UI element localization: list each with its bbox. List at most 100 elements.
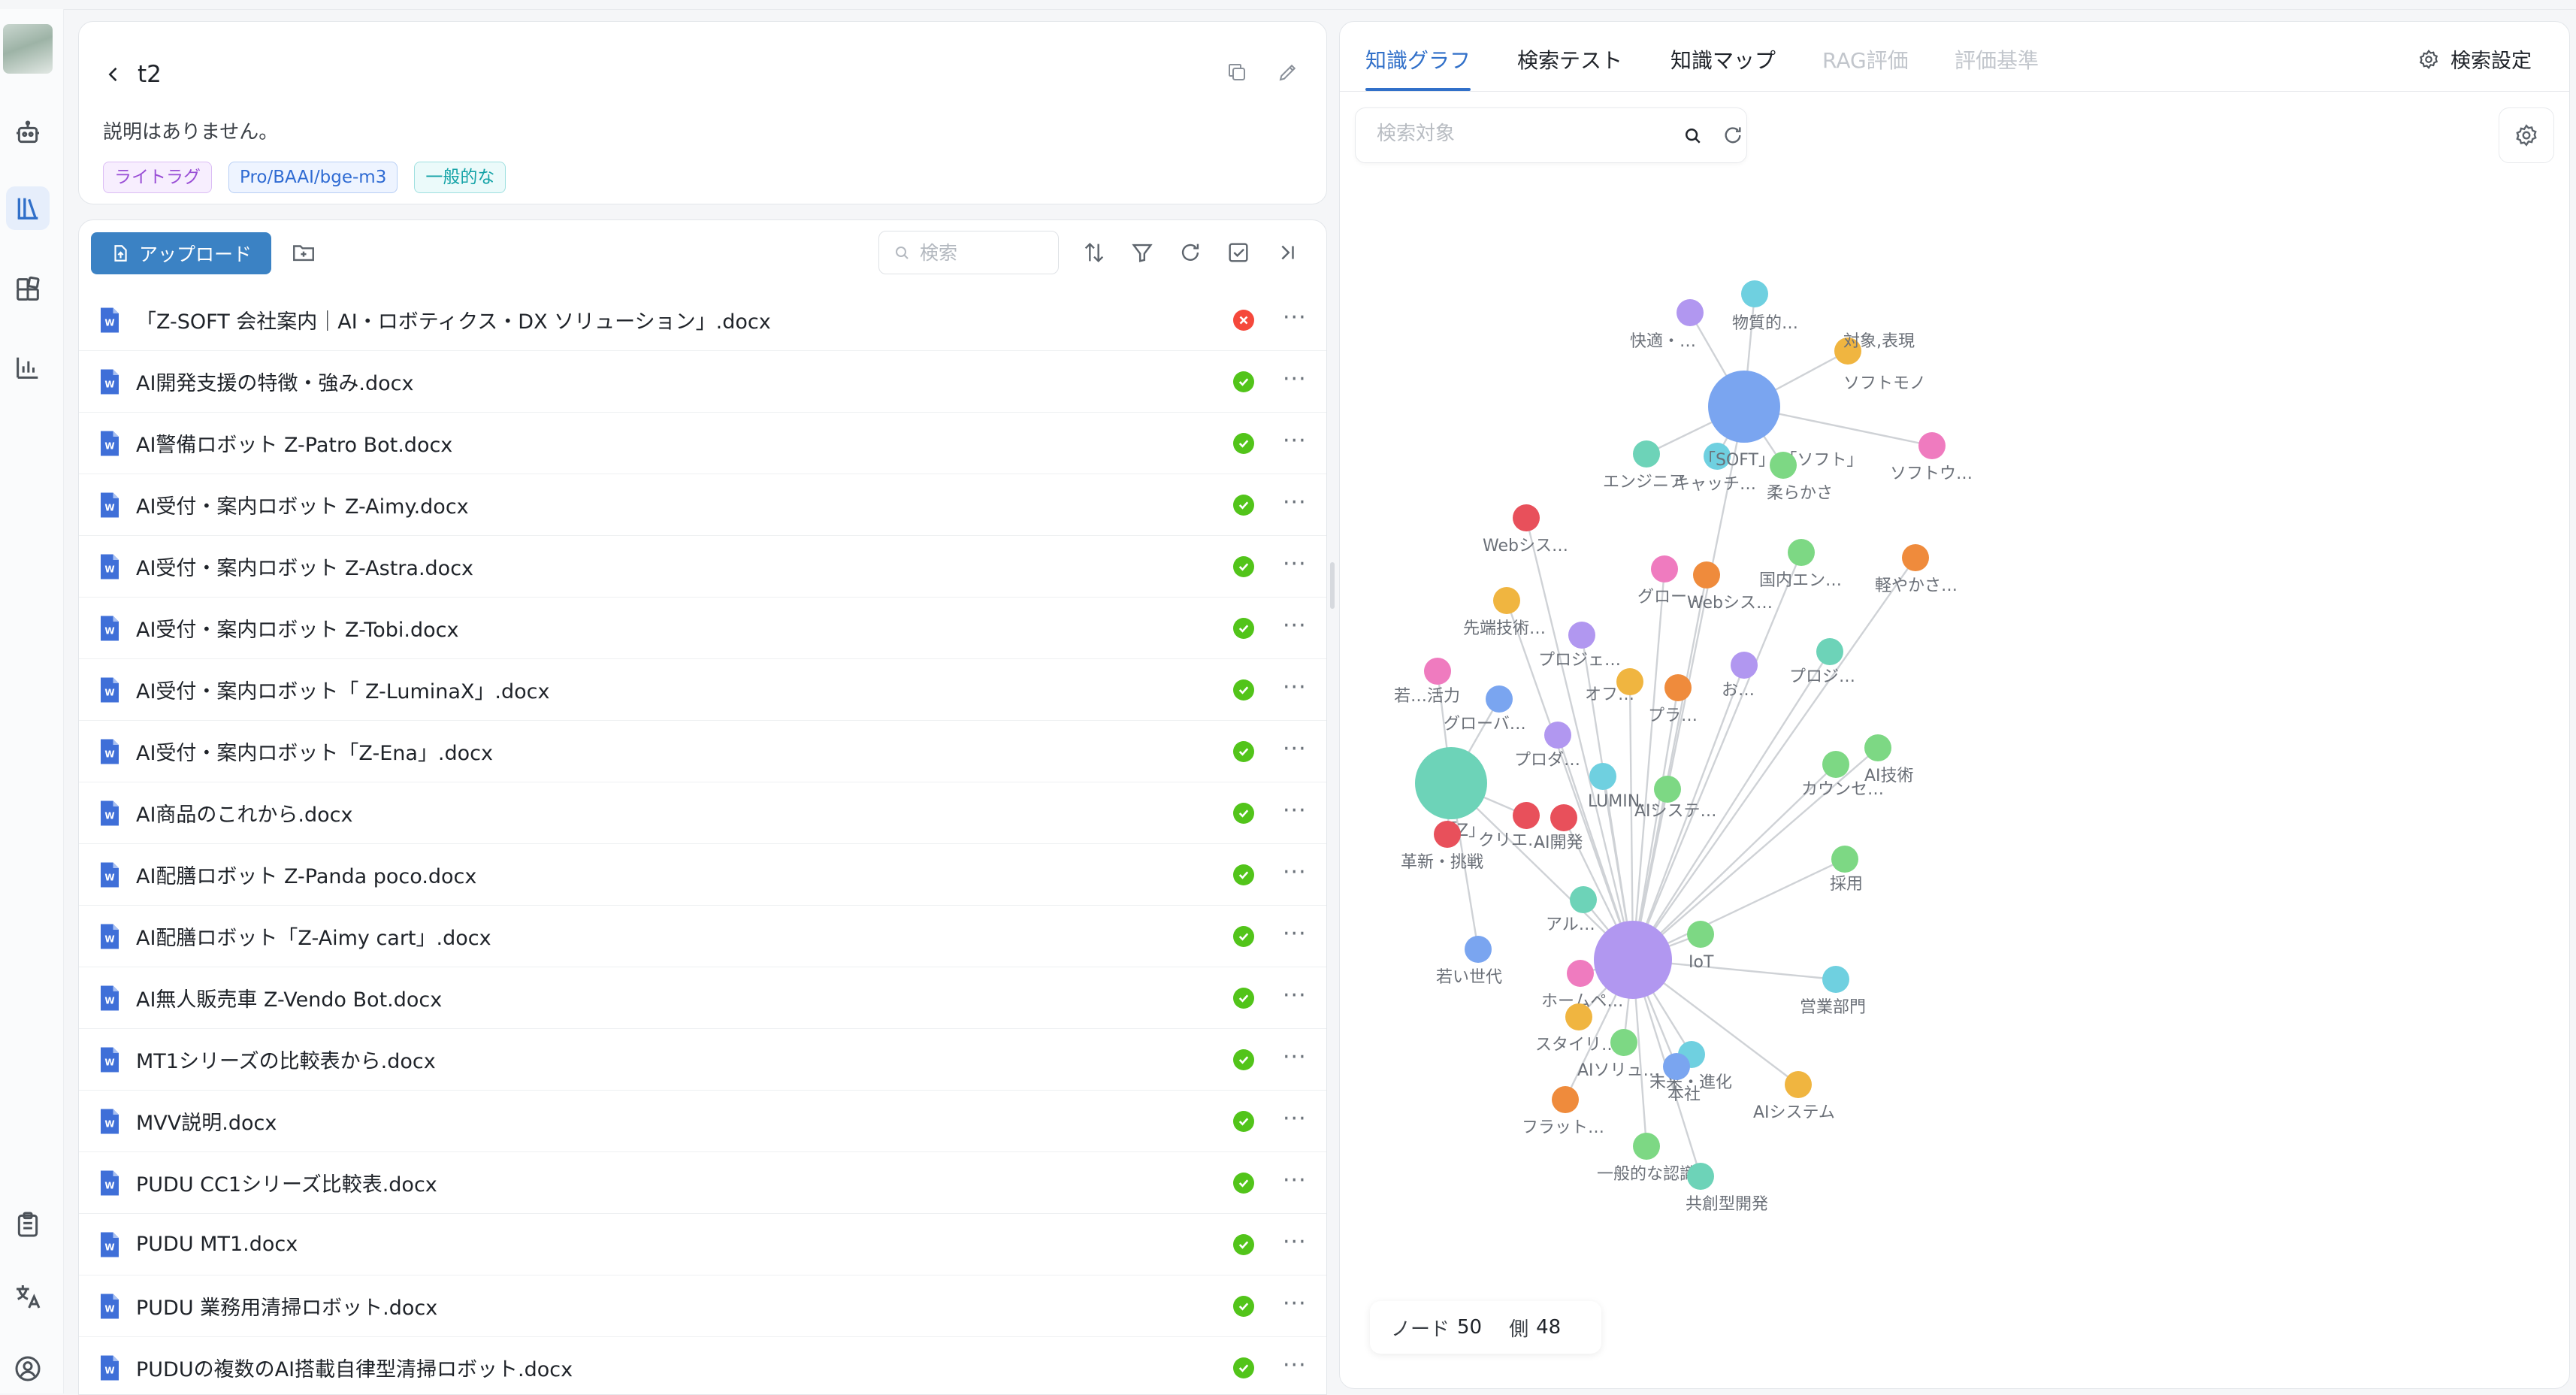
document-row[interactable]: W MVV説明.docx ··· [79, 1091, 1326, 1152]
graph-node[interactable] [1664, 674, 1692, 701]
document-row[interactable]: W AI受付・案内ロボット Z-Tobi.docx ··· [79, 598, 1326, 659]
more-actions-button[interactable]: ··· [1283, 368, 1307, 391]
document-row[interactable]: W AI受付・案内ロボット Z-Astra.docx ··· [79, 536, 1326, 598]
document-name[interactable]: PUDU MT1.docx [136, 1233, 298, 1256]
tab-knowledge-map[interactable]: 知識マップ [1670, 44, 1776, 74]
document-name[interactable]: PUDU 業務用清掃ロボット.docx [136, 1291, 437, 1321]
tab-rag-evaluation[interactable]: RAG評価 [1822, 44, 1909, 74]
graph-node[interactable] [1552, 1086, 1579, 1113]
document-name[interactable]: AI受付・案内ロボット Z-Astra.docx [136, 552, 473, 581]
graph-node[interactable] [1677, 299, 1704, 326]
more-actions-button[interactable]: ··· [1283, 615, 1307, 637]
graph-node[interactable] [1434, 821, 1461, 848]
graph-node[interactable] [1513, 504, 1540, 531]
document-row[interactable]: W 「Z-SOFT 会社案内｜AI・ロボティクス・DX ソリューション」.docx… [79, 289, 1326, 351]
graph-node[interactable] [1633, 1133, 1660, 1160]
graph-node[interactable] [1663, 1053, 1690, 1080]
more-actions-button[interactable]: ··· [1283, 1108, 1307, 1130]
document-row[interactable]: W AI受付・案内ロボット Z-Aimy.docx ··· [79, 474, 1326, 536]
rail-library-button[interactable] [6, 186, 50, 230]
graph-node[interactable] [1513, 802, 1540, 829]
graph-node[interactable] [1788, 539, 1815, 566]
graph-node[interactable] [1822, 751, 1849, 778]
document-row[interactable]: W AI警備ロボット Z-Patro Bot.docx ··· [79, 413, 1326, 474]
document-row[interactable]: W PUDU MT1.docx ··· [79, 1214, 1326, 1275]
upload-button[interactable]: アップロード [91, 232, 271, 274]
graph-node[interactable] [1902, 544, 1929, 571]
graph-hub-node[interactable] [1415, 747, 1487, 819]
document-name[interactable]: AI商品のこれから.docx [136, 798, 353, 828]
more-actions-button[interactable]: ··· [1283, 1046, 1307, 1069]
panel-resize-handle[interactable] [1330, 562, 1335, 609]
rail-account-button[interactable] [6, 1347, 50, 1390]
graph-node[interactable] [1816, 638, 1843, 665]
document-name[interactable]: MVV説明.docx [136, 1106, 277, 1136]
more-actions-button[interactable]: ··· [1283, 861, 1307, 884]
document-row[interactable]: W PUDU CC1シリーズ比較表.docx ··· [79, 1152, 1326, 1214]
rail-clipboard-button[interactable] [6, 1203, 50, 1246]
search-settings-button[interactable]: 検索設定 [2417, 44, 2532, 74]
tab-evaluation-criteria[interactable]: 評価基準 [1955, 44, 2039, 74]
more-actions-button[interactable]: ··· [1283, 800, 1307, 822]
more-actions-button[interactable]: ··· [1283, 1170, 1307, 1192]
document-name[interactable]: AI受付・案内ロボット Z-Tobi.docx [136, 613, 458, 643]
document-name[interactable]: PUDU CC1シリーズ比較表.docx [136, 1168, 437, 1197]
more-actions-button[interactable]: ··· [1283, 430, 1307, 452]
collapse-right-icon[interactable] [1274, 240, 1299, 265]
graph-node[interactable] [1610, 1029, 1637, 1056]
graph-node[interactable] [1486, 685, 1513, 713]
graph-node[interactable] [1741, 280, 1768, 307]
graph-node[interactable] [1918, 432, 1946, 459]
graph-node[interactable] [1822, 966, 1849, 993]
graph-hub-node[interactable] [1708, 371, 1780, 443]
rail-stats-button[interactable] [6, 346, 50, 389]
rail-language-button[interactable] [6, 1275, 50, 1318]
graph-node[interactable] [1731, 652, 1758, 679]
document-name[interactable]: AI受付・案内ロボット Z-Aimy.docx [136, 490, 469, 519]
graph-node[interactable] [1633, 440, 1660, 468]
more-actions-button[interactable]: ··· [1283, 923, 1307, 946]
graph-node[interactable] [1550, 804, 1577, 831]
document-name[interactable]: 「Z-SOFT 会社案内｜AI・ロボティクス・DX ソリューション」.docx [136, 305, 771, 334]
select-check-icon[interactable] [1226, 240, 1251, 265]
graph-node[interactable] [1568, 622, 1595, 649]
document-row[interactable]: W PUDU 業務用清掃ロボット.docx ··· [79, 1275, 1326, 1337]
graph-node[interactable] [1465, 936, 1492, 963]
document-row[interactable]: W AI受付・案内ロボット「Z-Ena」.docx ··· [79, 721, 1326, 782]
document-name[interactable]: AI配膳ロボット Z-Panda poco.docx [136, 860, 476, 889]
graph-node[interactable] [1544, 722, 1571, 749]
document-row[interactable]: W AI配膳ロボット Z-Panda poco.docx ··· [79, 844, 1326, 906]
graph-node[interactable] [1651, 555, 1678, 583]
document-search[interactable] [878, 231, 1059, 274]
document-row[interactable]: W MT1シリーズの比較表から.docx ··· [79, 1029, 1326, 1091]
document-name[interactable]: AI受付・案内ロボット「 Z-LuminaX」.docx [136, 675, 549, 704]
document-name[interactable]: MT1シリーズの比較表から.docx [136, 1045, 436, 1074]
graph-node[interactable] [1589, 763, 1616, 790]
rail-robot-button[interactable] [6, 111, 50, 155]
graph-node[interactable] [1493, 587, 1520, 614]
document-name[interactable]: AI受付・案内ロボット「Z-Ena」.docx [136, 737, 493, 766]
document-name[interactable]: AI無人販売車 Z-Vendo Bot.docx [136, 983, 442, 1012]
document-row[interactable]: W AI無人販売車 Z-Vendo Bot.docx ··· [79, 967, 1326, 1029]
tab-knowledge-graph[interactable]: 知識グラフ [1365, 44, 1471, 74]
document-row[interactable]: W AI開発支援の特徴・強み.docx ··· [79, 351, 1326, 413]
document-row[interactable]: W AI商品のこれから.docx ··· [79, 782, 1326, 844]
document-name[interactable]: AI配膳ロボット「Z-Aimy cart」.docx [136, 921, 491, 951]
graph-hub-node[interactable] [1594, 921, 1672, 999]
more-actions-button[interactable]: ··· [1283, 676, 1307, 699]
more-actions-button[interactable]: ··· [1283, 553, 1307, 576]
filter-icon[interactable] [1129, 240, 1155, 265]
document-name[interactable]: AI警備ロボット Z-Patro Bot.docx [136, 428, 452, 458]
more-actions-button[interactable]: ··· [1283, 1354, 1307, 1377]
graph-node[interactable] [1570, 886, 1597, 913]
graph-node[interactable] [1770, 452, 1797, 479]
graph-node[interactable] [1831, 846, 1858, 873]
document-name[interactable]: PUDUの複数のAI搭載自律型清掃ロボット.docx [136, 1353, 573, 1382]
tab-search-test[interactable]: 検索テスト [1517, 44, 1622, 74]
graph-node[interactable] [1687, 921, 1714, 948]
more-actions-button[interactable]: ··· [1283, 1293, 1307, 1315]
graph-node[interactable] [1654, 776, 1681, 803]
refresh-icon[interactable] [1178, 240, 1203, 265]
more-actions-button[interactable]: ··· [1283, 985, 1307, 1007]
document-row[interactable]: W AI受付・案内ロボット「 Z-LuminaX」.docx ··· [79, 659, 1326, 721]
